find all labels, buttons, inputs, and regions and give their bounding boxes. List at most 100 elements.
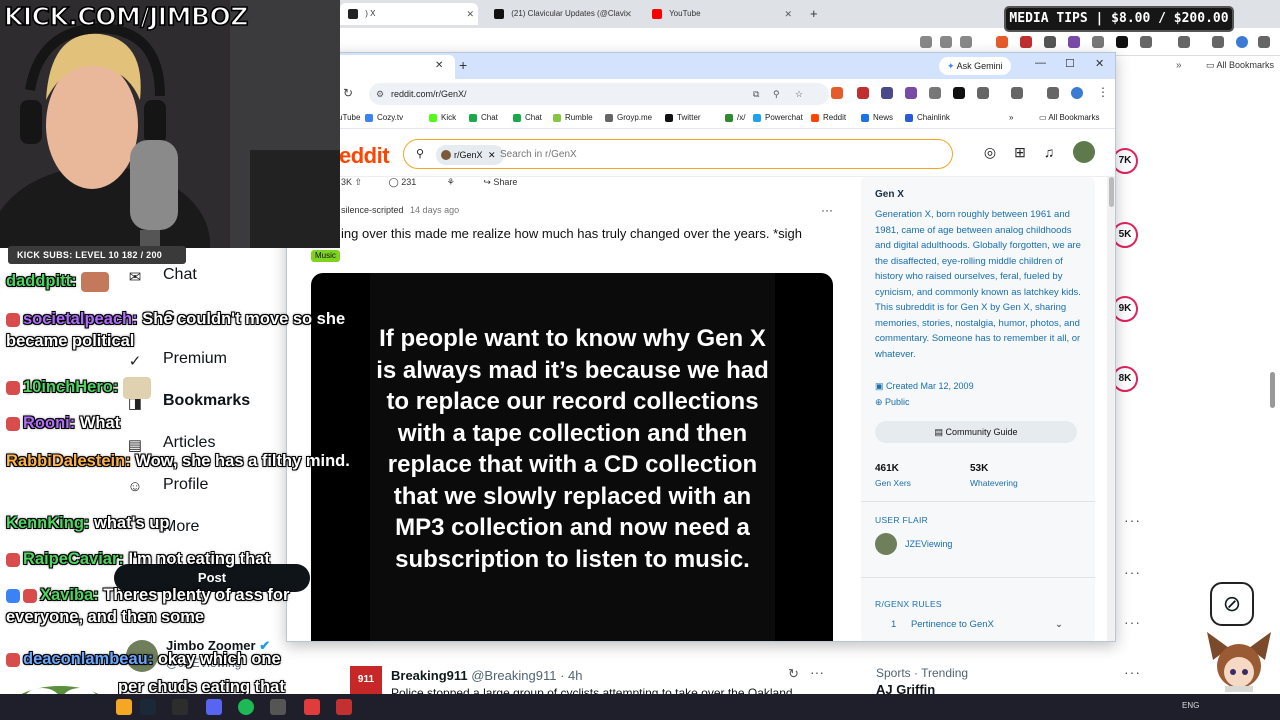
create-post-icon[interactable]: ⊞	[1011, 143, 1029, 161]
bookmark-item[interactable]: Rumble	[553, 113, 593, 122]
award-icon[interactable]: ⚘	[447, 177, 455, 187]
post-menu-icon[interactable]: ···	[821, 203, 833, 217]
reddit-scrollbar[interactable]	[1107, 177, 1115, 641]
chevron-double-icon[interactable]: »	[1176, 60, 1182, 71]
community-guide-button[interactable]: ▤ Community Guide	[875, 421, 1077, 443]
puzzle-icon[interactable]	[977, 87, 989, 99]
bookmark-item[interactable]: /x/	[725, 113, 745, 122]
chevron-down-icon[interactable]: ⌄	[1055, 619, 1063, 630]
discord-icon[interactable]	[206, 699, 222, 715]
close-icon[interactable]: ✕	[624, 3, 632, 25]
extension-icon[interactable]	[881, 87, 893, 99]
page-scrollbar[interactable]	[1270, 372, 1275, 408]
feed-author[interactable]: Breaking911	[391, 668, 468, 683]
chat-icon[interactable]: ◎	[981, 143, 999, 161]
bookmark-item[interactable]: Chat	[513, 113, 542, 122]
chevron-double-icon[interactable]: »	[1009, 113, 1013, 122]
user-avatar[interactable]	[1073, 141, 1095, 163]
terminal-icon[interactable]	[172, 699, 188, 715]
star-icon[interactable]: ☆	[795, 83, 803, 105]
all-bookmarks-link[interactable]: ▭ All Bookmarks	[1206, 60, 1274, 71]
new-tab-button[interactable]: +	[459, 57, 467, 73]
grok-button[interactable]: ⊘	[1210, 582, 1254, 626]
post-title[interactable]: ing over this made me realize how much h…	[341, 226, 802, 241]
spotify-icon[interactable]	[238, 699, 254, 715]
zoom-icon[interactable]	[940, 36, 952, 48]
url-field[interactable]: ⚙ reddit.com/r/GenX/ ⧉ ⚲ ☆	[369, 83, 829, 105]
extension-icon[interactable]	[905, 87, 917, 99]
user-flair-name[interactable]: JZEViewing	[905, 539, 952, 549]
rule-item[interactable]: 1 Pertinence to GenX ⌄	[875, 619, 1081, 637]
menu-dots-icon[interactable]	[1258, 36, 1270, 48]
profile-avatar-icon[interactable]	[1236, 36, 1248, 48]
bookmark-item[interactable]: Powerchat	[753, 113, 803, 122]
extension-icon[interactable]	[1068, 36, 1080, 48]
feed-post[interactable]: 911 Breaking911 @Breaking911 · 4h Police…	[340, 660, 860, 694]
share-button[interactable]: Share	[493, 177, 517, 187]
reddit-logo[interactable]: eddit	[339, 143, 390, 169]
more-options-icon[interactable]: ···	[1124, 512, 1141, 528]
app-icon[interactable]	[270, 699, 286, 715]
notification-bell-icon[interactable]: ♫	[1040, 143, 1058, 161]
app-icon[interactable]	[336, 699, 352, 715]
star-icon[interactable]	[960, 36, 972, 48]
close-window-button[interactable]: ✕	[1095, 57, 1104, 70]
search-input[interactable]	[500, 140, 900, 168]
tab-x[interactable]: ) X ✕	[340, 3, 478, 25]
comment-icon[interactable]: ◯	[389, 177, 399, 187]
reddit-search-bar[interactable]: ⚲ r/GenX ✕	[403, 139, 953, 169]
menu-dots-icon[interactable]: ⋮	[1097, 85, 1109, 99]
bookmark-item[interactable]: Groyp.me	[605, 113, 652, 122]
bookmark-item[interactable]: Cozy.tv	[365, 113, 403, 122]
reload-icon[interactable]: ↻	[343, 86, 353, 100]
close-icon[interactable]: ✕	[435, 60, 443, 71]
profile-avatar-icon[interactable]	[1071, 87, 1083, 99]
more-options-icon[interactable]: ···	[810, 664, 824, 680]
maximize-button[interactable]: ☐	[1065, 57, 1075, 70]
more-options-icon[interactable]: ···	[1124, 564, 1141, 580]
site-info-icon[interactable]: ⚙	[376, 83, 384, 105]
post-flair[interactable]: Music	[311, 250, 340, 262]
reading-list-icon[interactable]	[1011, 87, 1023, 99]
post-author[interactable]: silence-scripted	[341, 205, 404, 215]
close-icon[interactable]: ✕	[466, 3, 474, 25]
bookmark-item[interactable]: Chainlink	[905, 113, 950, 122]
new-tab-button[interactable]: +	[802, 3, 822, 25]
extension-icon[interactable]	[996, 36, 1008, 48]
minimize-button[interactable]: —	[1035, 57, 1046, 69]
tab-clavicular[interactable]: (21) Clavicular Updates (@Clavi ✕	[486, 3, 636, 25]
extension-icon[interactable]	[1044, 36, 1056, 48]
bookmark-item[interactable]: Twitter	[665, 113, 701, 122]
steam-icon[interactable]	[140, 699, 156, 715]
tab-youtube[interactable]: YouTube ✕	[644, 3, 796, 25]
zoom-icon[interactable]: ⚲	[773, 83, 780, 105]
file-explorer-icon[interactable]	[116, 699, 132, 715]
more-options-icon[interactable]: ···	[1124, 614, 1141, 630]
upvote-icon[interactable]: ⇧	[355, 177, 363, 187]
x-logo-icon[interactable]	[1116, 36, 1128, 48]
bookmark-item[interactable]: Kick	[429, 113, 456, 122]
comment-count[interactable]: 231	[401, 177, 416, 187]
subreddit-filter-chip[interactable]: r/GenX ✕	[436, 145, 504, 165]
grok-icon[interactable]: ↻	[788, 666, 799, 682]
scrollbar-thumb[interactable]	[1109, 177, 1114, 207]
bookmark-item[interactable]: Chat	[469, 113, 498, 122]
share-icon[interactable]: ↪	[483, 177, 491, 187]
install-icon[interactable]	[920, 36, 932, 48]
extension-icon[interactable]	[1020, 36, 1032, 48]
more-options-icon[interactable]: ···	[1124, 664, 1141, 680]
close-icon[interactable]: ✕	[784, 3, 792, 25]
system-tray-language[interactable]: ENG	[1182, 701, 1199, 710]
install-icon[interactable]: ⧉	[753, 83, 759, 105]
all-bookmarks-link[interactable]: ▭ All Bookmarks	[1039, 113, 1099, 122]
puzzle-icon[interactable]	[1140, 36, 1152, 48]
bookmark-item[interactable]: Reddit	[811, 113, 846, 122]
bookmark-item[interactable]: News	[861, 113, 893, 122]
app-icon[interactable]	[304, 699, 320, 715]
extension-icon[interactable]	[857, 87, 869, 99]
x-logo-icon[interactable]	[953, 87, 965, 99]
tab-search-icon[interactable]	[1212, 36, 1224, 48]
post-image[interactable]: If people want to know why Gen X is alwa…	[311, 273, 833, 641]
extension-icon[interactable]	[1092, 36, 1104, 48]
close-icon[interactable]: ✕	[488, 150, 496, 160]
